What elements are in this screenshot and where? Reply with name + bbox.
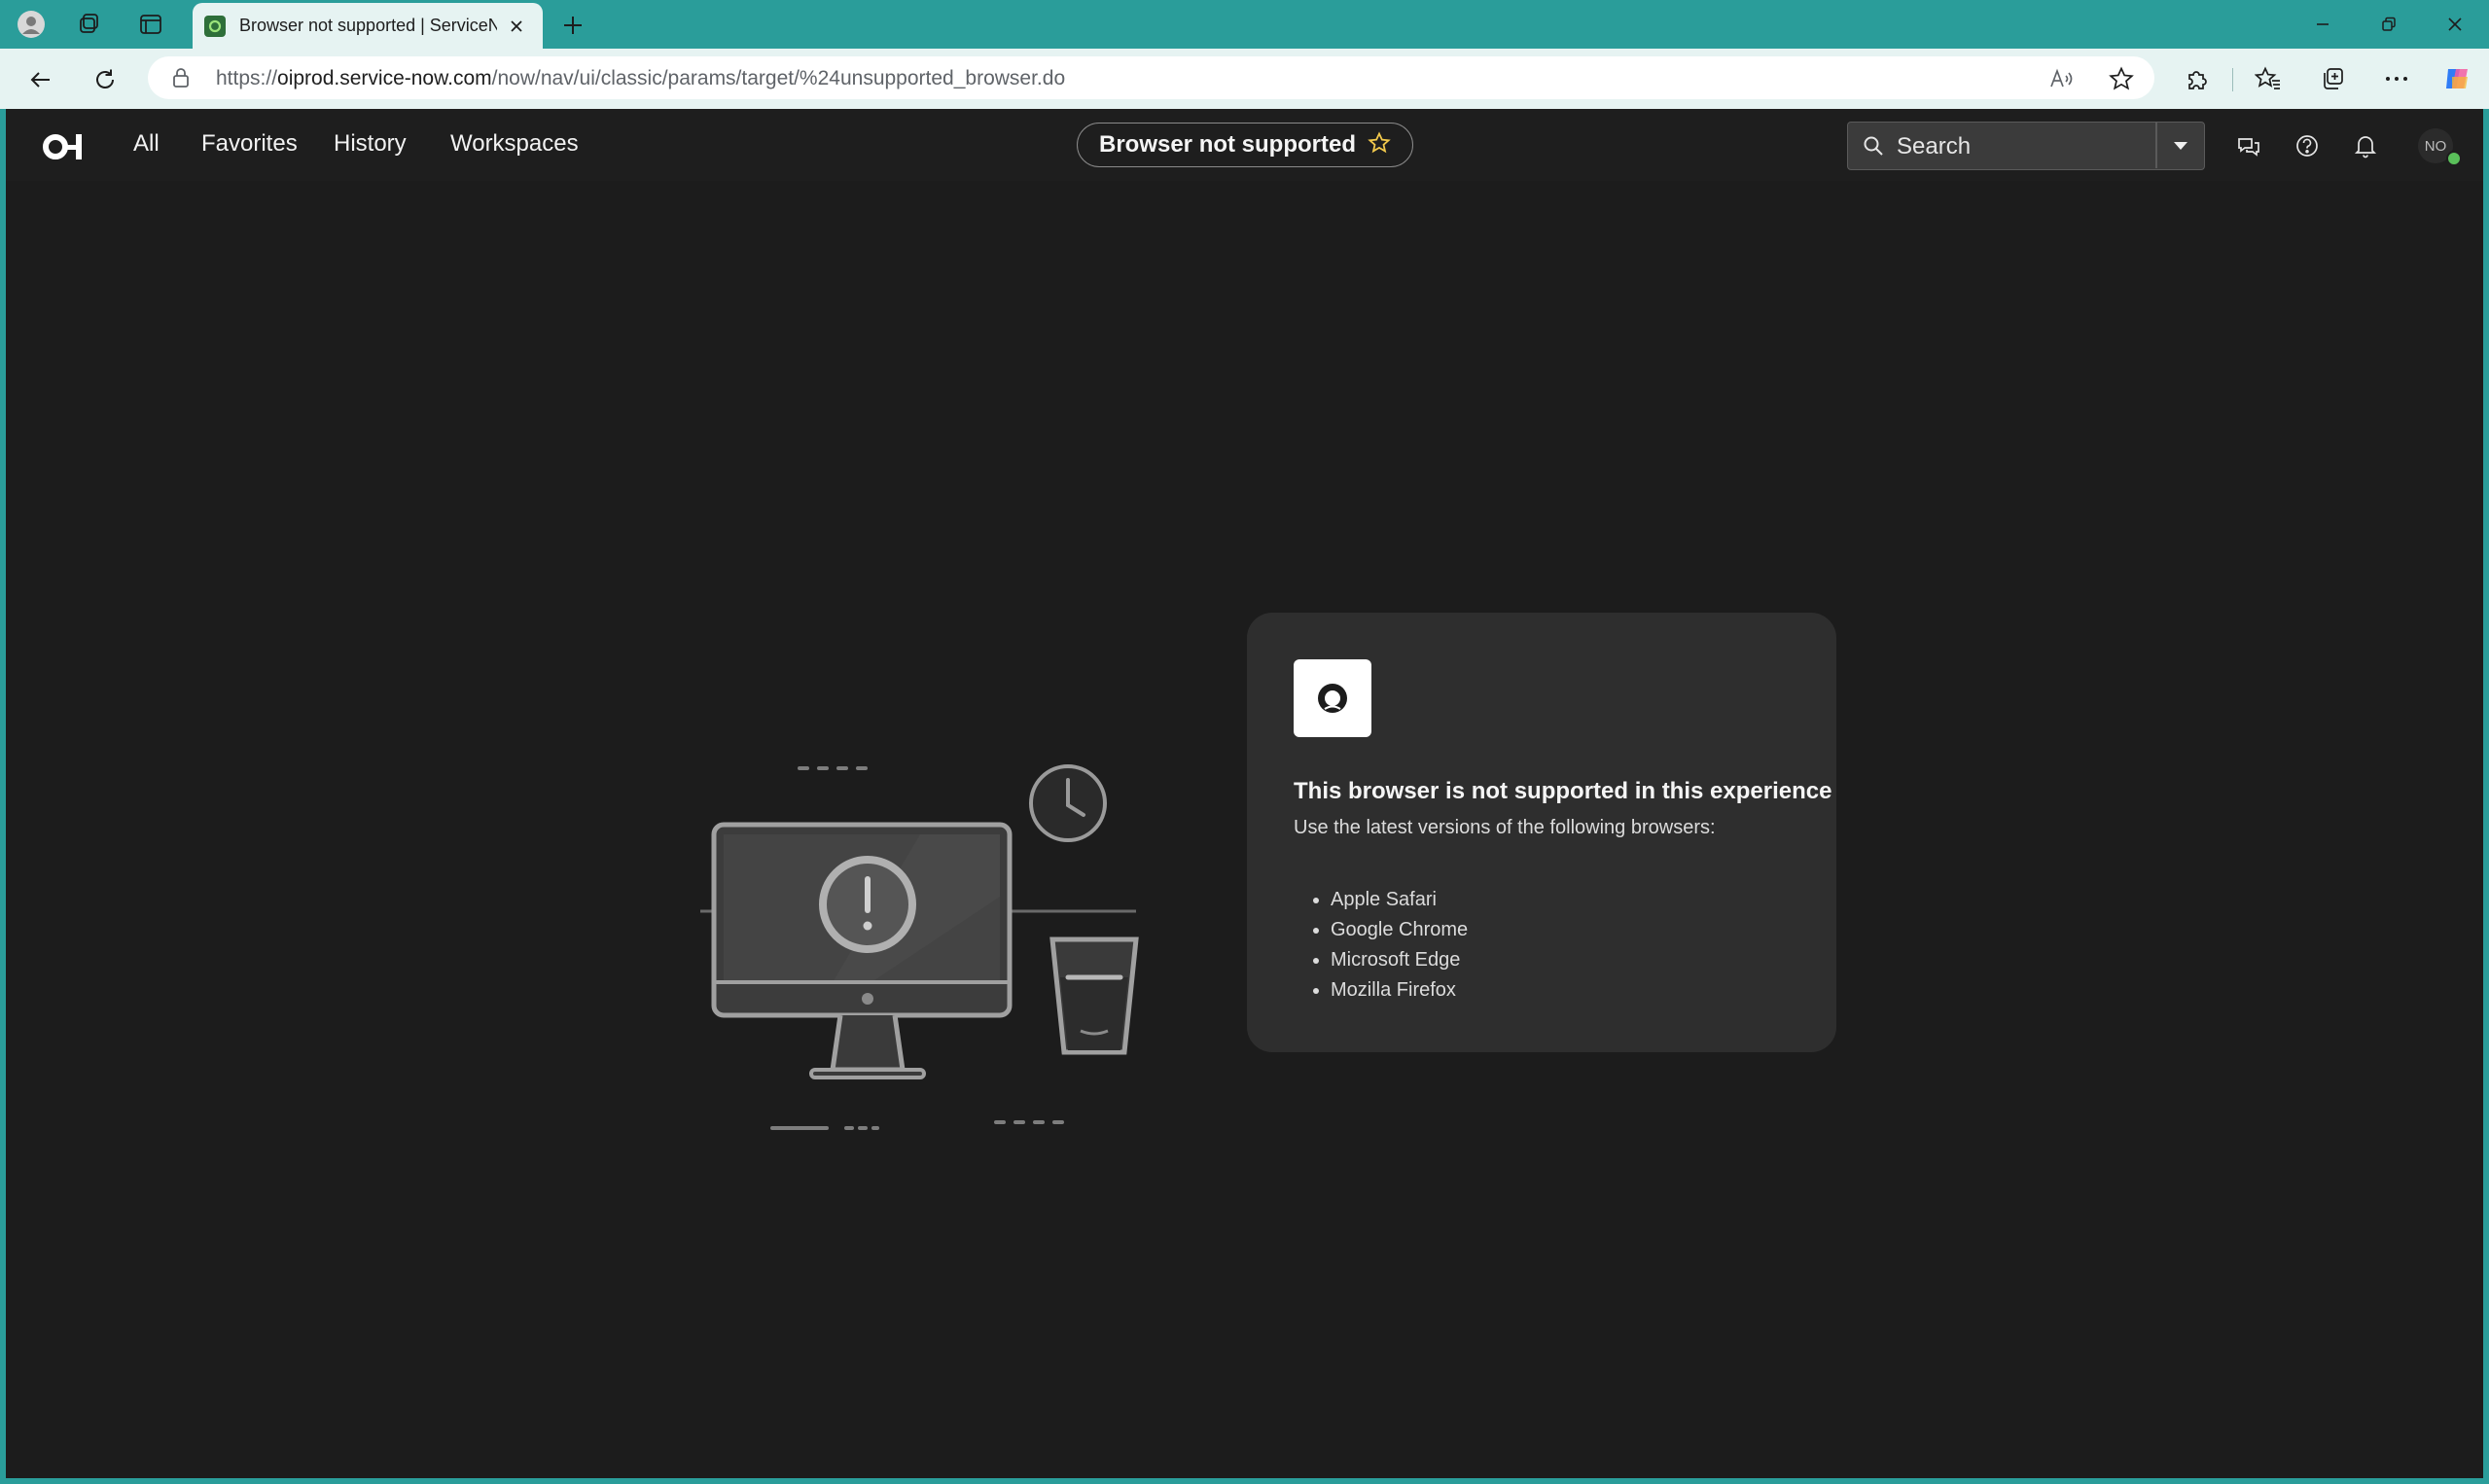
search-scope-dropdown-icon[interactable]: [2157, 123, 2204, 168]
refresh-icon[interactable]: [88, 62, 123, 97]
unsupported-browser-card: This browser is not supported in this ex…: [1247, 613, 1836, 1052]
close-window-icon[interactable]: [2422, 0, 2488, 49]
nav-history[interactable]: History: [334, 130, 407, 158]
more-icon[interactable]: [2379, 61, 2414, 96]
list-item: Microsoft Edge: [1331, 945, 1468, 975]
bell-icon[interactable]: [2350, 130, 2381, 161]
browser-toolbar: https://oiprod.service-now.com/now/nav/u…: [0, 49, 2489, 109]
copilot-icon[interactable]: [2440, 61, 2475, 96]
address-bar[interactable]: https://oiprod.service-now.com/now/nav/u…: [148, 56, 2154, 99]
servicenow-logo-icon: [1294, 659, 1371, 737]
search-placeholder: Search: [1897, 133, 1972, 159]
profile-icon[interactable]: [16, 9, 47, 40]
servicenow-logo[interactable]: [43, 132, 89, 166]
tab-close-icon[interactable]: [505, 15, 528, 38]
card-subtitle: Use the latest versions of the following…: [1294, 817, 1716, 838]
presence-status-indicator: [2446, 151, 2462, 166]
nav-all[interactable]: All: [133, 130, 160, 158]
url-host: oiprod.service-now.com: [277, 67, 492, 89]
global-search[interactable]: Search: [1847, 122, 2205, 170]
read-aloud-icon[interactable]: [2047, 64, 2077, 93]
app-header: All Favorites History Workspaces Browser…: [6, 109, 2483, 181]
app-viewport: All Favorites History Workspaces Browser…: [6, 109, 2483, 1478]
chat-icon[interactable]: [2233, 130, 2264, 161]
back-arrow-icon[interactable]: [23, 62, 58, 97]
lock-icon[interactable]: [171, 67, 191, 93]
decorative-dashes: [992, 1114, 1070, 1132]
tab-actions-icon[interactable]: [135, 9, 166, 40]
card-title: This browser is not supported in this ex…: [1294, 778, 1832, 804]
nav-workspaces[interactable]: Workspaces: [450, 130, 579, 158]
minimize-icon[interactable]: [2290, 0, 2356, 49]
toolbar-divider: [2232, 68, 2233, 91]
url-path: /now/nav/ui/classic/params/target/%24uns…: [491, 67, 1066, 89]
workspaces-icon[interactable]: [74, 9, 105, 40]
supported-browsers-list: Apple Safari Google Chrome Microsoft Edg…: [1294, 885, 1468, 1006]
list-item: Mozilla Firefox: [1331, 975, 1468, 1006]
list-item: Google Chrome: [1331, 915, 1468, 945]
url-text[interactable]: https://oiprod.service-now.com/now/nav/u…: [216, 67, 1065, 90]
collections-icon[interactable]: [2315, 61, 2350, 96]
nav-favorites[interactable]: Favorites: [201, 130, 298, 158]
browser-tab-strip: Browser not supported | ServiceNow: [0, 0, 2489, 49]
favorites-icon[interactable]: [2251, 61, 2286, 96]
tab-title: Browser not supported | ServiceNow: [239, 16, 497, 35]
extensions-icon[interactable]: [2180, 61, 2215, 96]
context-title: Browser not supported: [1098, 131, 1356, 158]
list-item: Apple Safari: [1331, 885, 1468, 915]
url-prefix: https://: [216, 67, 278, 89]
new-tab-icon[interactable]: [556, 9, 589, 42]
unsupported-browser-illustration: [696, 644, 1163, 1130]
context-title-pill[interactable]: Browser not supported: [1077, 123, 1413, 167]
favorite-star-icon[interactable]: [1368, 130, 1391, 159]
servicenow-favicon: [204, 15, 226, 37]
star-icon[interactable]: [2107, 64, 2136, 93]
help-icon[interactable]: [2292, 130, 2323, 161]
active-tab[interactable]: Browser not supported | ServiceNow: [193, 3, 543, 49]
restore-icon[interactable]: [2356, 0, 2422, 49]
search-icon: [1862, 134, 1885, 162]
